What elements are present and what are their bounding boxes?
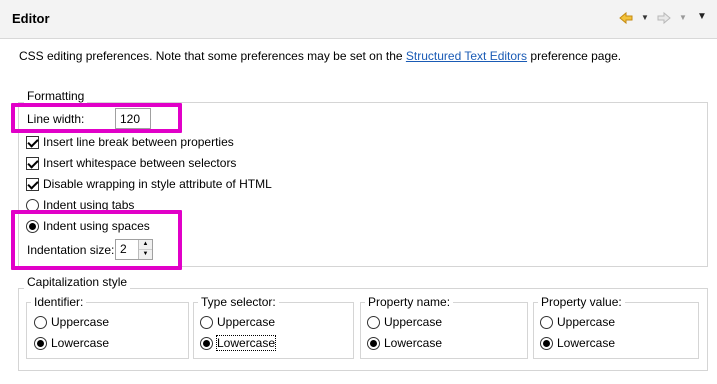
- radio-unselected[interactable]: [367, 315, 380, 329]
- identifier-group: [26, 302, 189, 359]
- insert-line-break-checkbox[interactable]: Insert line break between properties: [26, 135, 234, 149]
- type-selector-group: [193, 302, 354, 359]
- radio-selected[interactable]: [367, 336, 380, 350]
- page-title: Editor: [12, 11, 50, 26]
- highlight-box-indent-spaces: [11, 210, 182, 270]
- arrow-right-icon[interactable]: [656, 10, 672, 29]
- description-text: CSS editing preferences. Note that some …: [19, 49, 622, 63]
- type-selector-uppercase-radio[interactable]: Uppercase: [200, 315, 275, 329]
- property-value-uppercase-radio[interactable]: Uppercase: [540, 315, 615, 329]
- property-value-lowercase-radio[interactable]: Lowercase: [540, 336, 615, 350]
- radio-selected[interactable]: [34, 336, 47, 350]
- property-value-group: [533, 302, 699, 359]
- radio-unselected[interactable]: [540, 315, 553, 329]
- radio-selected[interactable]: [540, 336, 553, 350]
- editor-header: [0, 0, 717, 39]
- type-selector-lowercase-radio[interactable]: Lowercase: [200, 335, 277, 351]
- back-dropdown-icon[interactable]: ▼: [641, 12, 649, 24]
- forward-dropdown-icon[interactable]: ▼: [679, 12, 687, 24]
- structured-text-editors-link[interactable]: Structured Text Editors: [406, 49, 527, 63]
- property-value-group-title: Property value:: [538, 295, 625, 309]
- property-name-uppercase-radio[interactable]: Uppercase: [367, 315, 442, 329]
- property-name-group: [360, 302, 528, 359]
- radio-unselected[interactable]: [34, 315, 47, 329]
- identifier-uppercase-radio[interactable]: Uppercase: [34, 315, 109, 329]
- checkbox-checked[interactable]: [26, 156, 39, 170]
- checkbox-checked[interactable]: [26, 135, 39, 149]
- view-menu-icon[interactable]: ▼: [697, 11, 707, 23]
- insert-whitespace-checkbox[interactable]: Insert whitespace between selectors: [26, 156, 236, 170]
- property-name-lowercase-radio[interactable]: Lowercase: [367, 336, 442, 350]
- radio-selected[interactable]: [200, 336, 213, 350]
- property-name-group-title: Property name:: [365, 295, 454, 309]
- radio-unselected[interactable]: [200, 315, 213, 329]
- checkbox-checked[interactable]: [26, 177, 39, 191]
- identifier-group-title: Identifier:: [31, 295, 87, 309]
- arrow-left-icon[interactable]: [618, 10, 634, 29]
- identifier-lowercase-radio[interactable]: Lowercase: [34, 336, 109, 350]
- capitalization-group-title: Capitalization style: [24, 275, 131, 289]
- highlight-box-line-width: [11, 103, 182, 133]
- type-selector-group-title: Type selector:: [198, 295, 279, 309]
- formatting-group-title: Formatting: [24, 89, 88, 103]
- disable-wrapping-checkbox[interactable]: Disable wrapping in style attribute of H…: [26, 177, 272, 191]
